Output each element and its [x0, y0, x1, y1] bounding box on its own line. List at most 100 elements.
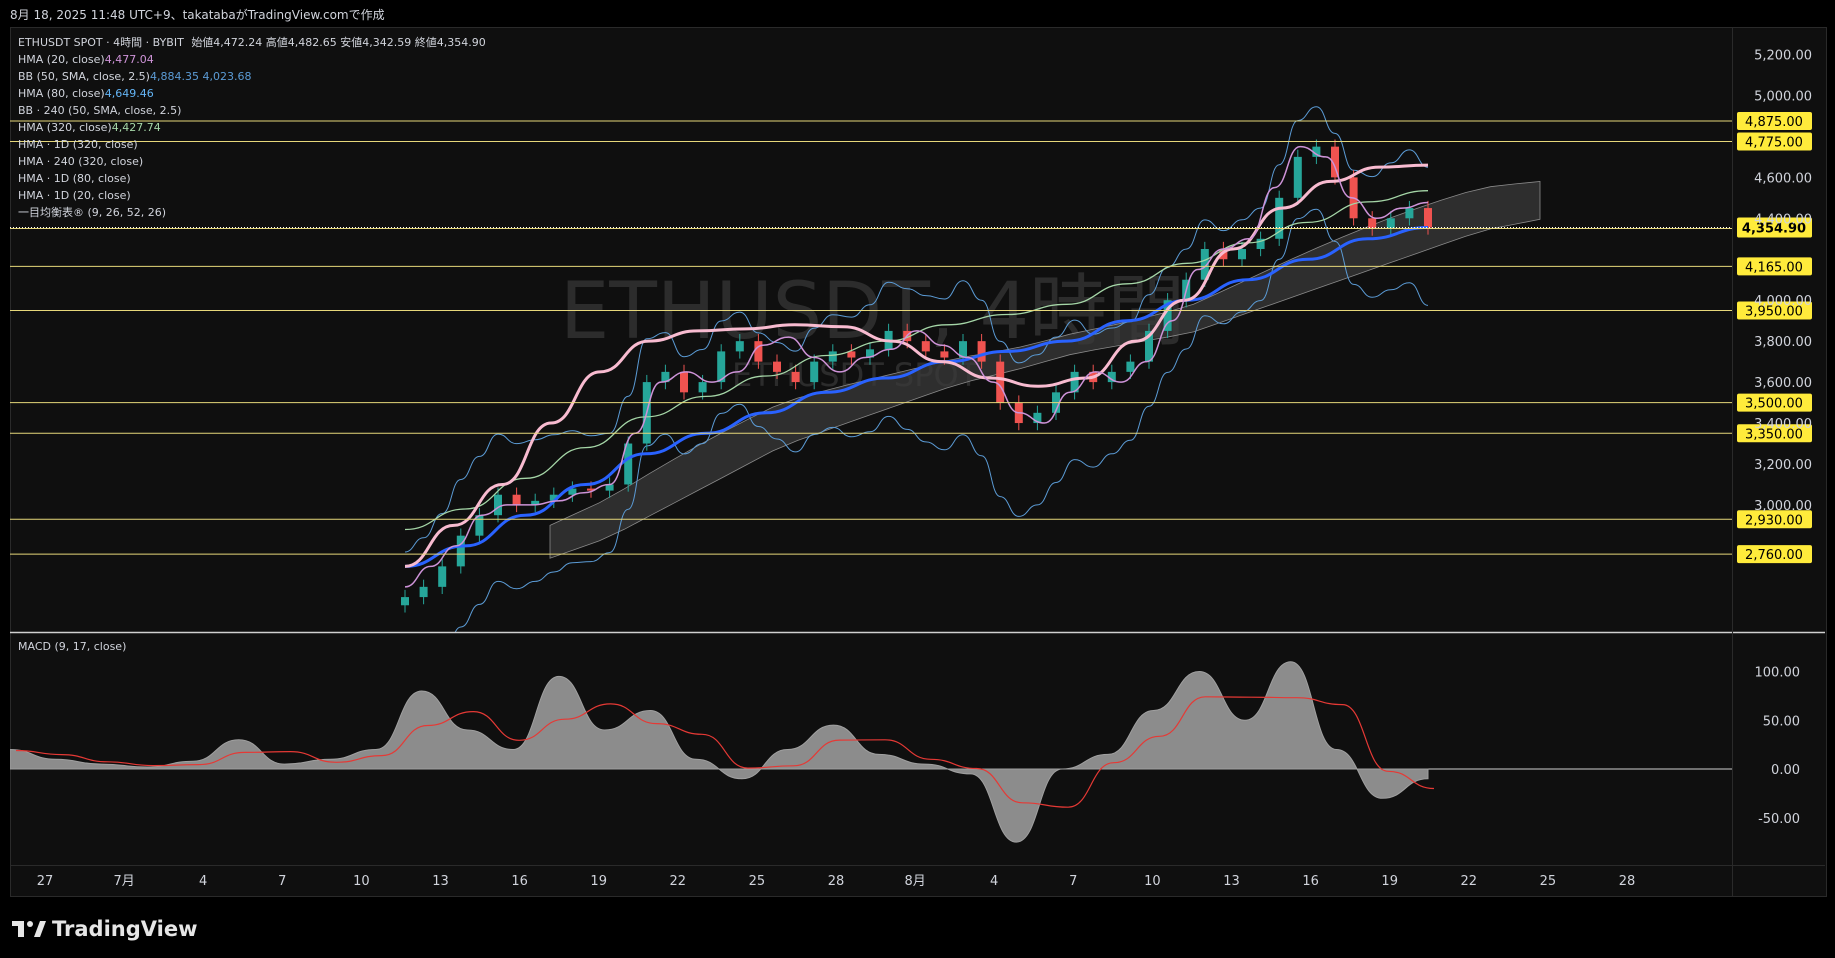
candle-body [680, 371, 688, 393]
legend-row-label: HMA · 1D (320, close) [18, 138, 138, 151]
candle-body [1424, 208, 1432, 228]
candle-body [494, 494, 502, 516]
candle-body [1293, 156, 1302, 198]
candle-body [1238, 249, 1246, 260]
price-tick-label: 4,400.00 [1754, 212, 1812, 227]
legend-row[interactable]: HMA · 1D (20, close) [18, 187, 490, 204]
time-tick-label: 10 [1144, 874, 1161, 889]
candle-body [996, 361, 1005, 403]
candle-body [401, 597, 409, 606]
candle-body [921, 341, 930, 352]
legend-symbol: ETHUSDT SPOT · 4時間 · BYBIT [18, 36, 184, 49]
candle-body [940, 351, 949, 358]
ichimoku-cloud [549, 181, 1541, 559]
legend-row[interactable]: HMA · 240 (320, close) [18, 153, 490, 170]
macd-axis[interactable]: 100.00 50.00 0.00 -50.00 [1755, 666, 1801, 827]
candle-body [698, 382, 707, 393]
legend-row-value: 4,427.74 [111, 121, 161, 134]
candle-body [438, 566, 447, 587]
time-tick-label: 22 [670, 874, 687, 889]
time-tick-label: 10 [353, 874, 370, 889]
candle-body [810, 361, 819, 383]
level-label: 3,500.00 [1745, 397, 1803, 412]
macd-histogram [10, 661, 1429, 843]
candle-body [419, 586, 428, 598]
time-tick-label: 13 [1223, 874, 1240, 889]
time-tick-label: 25 [749, 874, 766, 889]
legend-row-label: HMA (320, close) [18, 121, 112, 134]
time-tick-label: 8月 [904, 874, 925, 889]
macd-tick-label: 100.00 [1755, 666, 1801, 681]
macd-tick-label: -50.00 [1758, 812, 1800, 827]
price-tick-label: 3,400.00 [1754, 417, 1812, 432]
tradingview-brand: TradingView [52, 917, 198, 941]
candle-body [977, 341, 986, 362]
legend-row-label: HMA · 1D (80, close) [18, 172, 131, 185]
time-tick-label: 7 [1069, 874, 1077, 889]
level-label: 2,760.00 [1745, 548, 1803, 563]
time-tick-label: 27 [37, 874, 54, 889]
level-label: 4,875.00 [1745, 115, 1803, 130]
candle-body [1386, 218, 1395, 229]
legend-row[interactable]: BB (50, SMA, close, 2.5)4,884.35 4,023.6… [18, 68, 490, 85]
candle-body [773, 361, 781, 372]
indicator-legend: ETHUSDT SPOT · 4時間 · BYBIT 始値4,472.24 高値… [18, 34, 490, 221]
legend-row-label: 一目均衡表® (9, 26, 52, 26) [18, 206, 167, 219]
price-pane[interactable] [401, 106, 1541, 692]
time-tick-label: 7 [278, 874, 286, 889]
time-tick-label: 28 [828, 874, 845, 889]
legend-row-value: 4,649.46 [104, 87, 154, 100]
level-label: 4,775.00 [1745, 136, 1803, 151]
macd-pane[interactable] [10, 661, 1732, 843]
legend-row-label: HMA (80, close) [18, 87, 105, 100]
legend-row[interactable]: HMA (80, close)4,649.46 [18, 85, 490, 102]
legend-row-value: 4,884.35 4,023.68 [149, 70, 252, 83]
time-tick-label: 22 [1461, 874, 1478, 889]
legend-row[interactable]: BB · 240 (50, SMA, close, 2.5) [18, 102, 490, 119]
legend-row[interactable]: HMA (320, close)4,427.74 [18, 119, 490, 136]
candle-body [828, 351, 837, 362]
price-tick-label: 3,600.00 [1754, 376, 1812, 391]
price-tick-label: 4,000.00 [1754, 294, 1812, 309]
legend-row-label: HMA · 240 (320, close) [18, 155, 144, 168]
level-label: 2,930.00 [1745, 513, 1803, 528]
time-axis[interactable]: 27 7月 4 7 10 13 16 19 22 25 28 8月 4 7 10 13 16 19 22 25 28 [37, 874, 1636, 889]
price-tick-label: 4,600.00 [1754, 171, 1812, 186]
macd-tick-label: 50.00 [1763, 714, 1800, 729]
candle-body [1275, 197, 1284, 239]
legend-indicators: HMA (20, close)4,477.04 BB (50, SMA, clos… [18, 51, 490, 221]
legend-row[interactable]: 一目均衡表® (9, 26, 52, 26) [18, 204, 490, 221]
price-tick-label: 3,800.00 [1754, 335, 1812, 350]
candle-body [791, 371, 800, 383]
price-tick-label: 5,200.00 [1754, 49, 1812, 64]
price-tick-label: 3,000.00 [1754, 499, 1812, 514]
candle-body [735, 341, 744, 352]
legend-ohlc: 始値4,472.24 高値4,482.65 安値4,342.59 終値4,354… [191, 36, 486, 49]
tradingview-logo-icon [12, 921, 46, 937]
time-tick-label: 16 [1302, 874, 1319, 889]
legend-row[interactable]: HMA · 1D (80, close) [18, 170, 490, 187]
legend-symbol-row[interactable]: ETHUSDT SPOT · 4時間 · BYBIT 始値4,472.24 高値… [18, 34, 490, 51]
legend-row[interactable]: HMA (20, close)4,477.04 [18, 51, 490, 68]
tradingview-logo[interactable]: TradingView [12, 917, 197, 941]
time-tick-label: 28 [1619, 874, 1636, 889]
price-tick-label: 3,200.00 [1754, 458, 1812, 473]
time-tick-label: 4 [199, 874, 207, 889]
candle-body [512, 494, 521, 505]
candle-body [1405, 208, 1414, 219]
ichimoku-kumo [549, 181, 1541, 559]
time-tick-label: 13 [432, 874, 449, 889]
time-tick-label: 25 [1540, 874, 1557, 889]
candle-body [754, 341, 763, 362]
legend-row-label: HMA (20, close) [18, 53, 105, 66]
candle-body [475, 515, 484, 536]
legend-row-value: 4,477.04 [104, 53, 154, 66]
level-label: 4,165.00 [1745, 260, 1803, 275]
time-tick-label: 4 [990, 874, 998, 889]
time-tick-label: 16 [511, 874, 528, 889]
legend-row-label: BB (50, SMA, close, 2.5) [18, 70, 150, 83]
legend-row-label: BB · 240 (50, SMA, close, 2.5) [18, 104, 182, 117]
macd-legend[interactable]: MACD (9, 17, close) [18, 640, 126, 653]
legend-row[interactable]: HMA · 1D (320, close) [18, 136, 490, 153]
candle-body [1368, 218, 1377, 229]
